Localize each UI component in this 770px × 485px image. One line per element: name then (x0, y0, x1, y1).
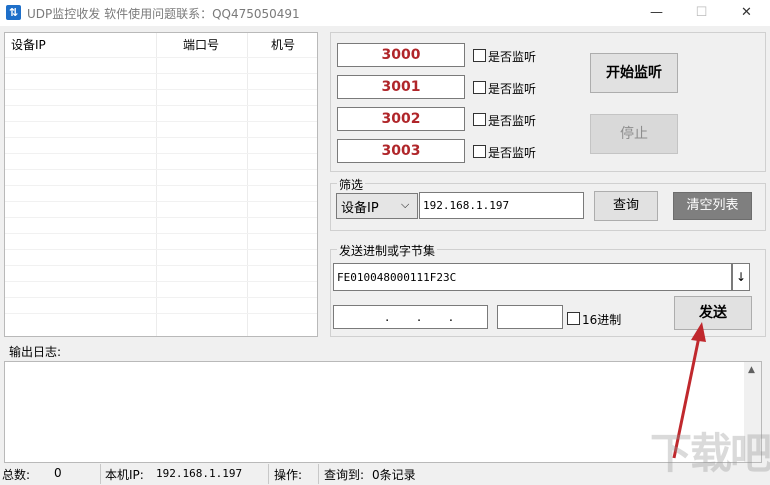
row-divider (5, 137, 317, 138)
listen-checkbox-label-1: 是否监听 (488, 50, 537, 64)
status-query-value: 0条记录 (372, 468, 416, 482)
status-separator (318, 464, 319, 484)
port-input-3[interactable]: 3002 (337, 107, 465, 131)
row-divider (5, 217, 317, 218)
port-input-4[interactable]: 3003 (337, 139, 465, 163)
status-query-label: 查询到: (324, 468, 365, 482)
hex-checkbox[interactable] (567, 312, 580, 325)
listen-checkbox-3[interactable] (473, 113, 486, 126)
status-separator (100, 464, 101, 484)
status-separator (268, 464, 269, 484)
row-divider (5, 249, 317, 250)
send-data-label: 发送进制或字节集 (337, 242, 438, 259)
row-divider (5, 57, 317, 58)
row-divider (5, 153, 317, 154)
device-table[interactable]: 设备IP 端口号 机号 (4, 32, 318, 337)
filter-ip-input[interactable] (419, 192, 584, 219)
row-divider (5, 265, 317, 266)
stop-button[interactable]: 停止 (590, 114, 678, 154)
filter-select-value: 设备IP (341, 201, 379, 216)
output-log-label: 输出日志: (9, 345, 62, 359)
row-divider (5, 233, 317, 234)
column-header-machine[interactable]: 机号 (271, 33, 295, 57)
close-button[interactable]: ✕ (724, 0, 769, 26)
listen-checkbox-1[interactable] (473, 49, 486, 62)
filter-select[interactable]: 设备IP ⌵ (336, 193, 418, 219)
row-divider (5, 73, 317, 74)
start-listen-button[interactable]: 开始监听 (590, 53, 678, 93)
status-total-value: 0 (54, 466, 62, 480)
row-divider (5, 121, 317, 122)
window-title: UDP监控收发 软件使用问题联系：QQ475050491 (27, 7, 300, 21)
listen-checkbox-label-2: 是否监听 (488, 82, 537, 96)
maximize-button[interactable]: ☐ (679, 0, 724, 26)
row-divider (5, 105, 317, 106)
listen-checkbox-label-3: 是否监听 (488, 114, 537, 128)
column-header-ip[interactable]: 设备IP (11, 33, 46, 57)
watermark-logo: 下载吧 (650, 429, 770, 478)
target-ip-input[interactable] (333, 305, 488, 329)
row-divider (5, 313, 317, 314)
clear-list-button[interactable]: 清空列表 (673, 192, 752, 220)
hex-checkbox-label: 16进制 (582, 313, 622, 327)
app-icon: ⇅ (6, 5, 21, 20)
status-operation-label: 操作: (274, 468, 303, 482)
title-bar: ⇅ UDP监控收发 软件使用问题联系：QQ475050491 — ☐ ✕ (0, 0, 770, 26)
minimize-button[interactable]: — (634, 0, 679, 26)
row-divider (5, 297, 317, 298)
listen-checkbox-2[interactable] (473, 81, 486, 94)
column-header-port[interactable]: 端口号 (183, 33, 219, 57)
output-log-area[interactable]: ▲ (4, 361, 762, 463)
row-divider (5, 169, 317, 170)
listen-checkbox-label-4: 是否监听 (488, 146, 537, 160)
row-divider (5, 281, 317, 282)
port-input-2[interactable]: 3001 (337, 75, 465, 99)
row-divider (5, 201, 317, 202)
status-local-ip-label: 本机IP: (105, 468, 144, 482)
listen-checkbox-4[interactable] (473, 145, 486, 158)
status-local-ip-value: 192.168.1.197 (156, 467, 243, 480)
row-divider (5, 185, 317, 186)
send-data-input[interactable] (333, 263, 732, 291)
query-button[interactable]: 查询 (594, 191, 658, 221)
arrow-down-icon[interactable]: ↓ (732, 263, 750, 291)
filter-label: 筛选 (337, 176, 366, 193)
port-input-1[interactable]: 3000 (337, 43, 465, 67)
scroll-up-icon[interactable]: ▲ (748, 365, 755, 375)
row-divider (5, 89, 317, 90)
target-port-input[interactable] (497, 305, 563, 329)
chevron-down-icon: ⌵ (401, 198, 410, 211)
status-total-label: 总数: (2, 468, 31, 482)
